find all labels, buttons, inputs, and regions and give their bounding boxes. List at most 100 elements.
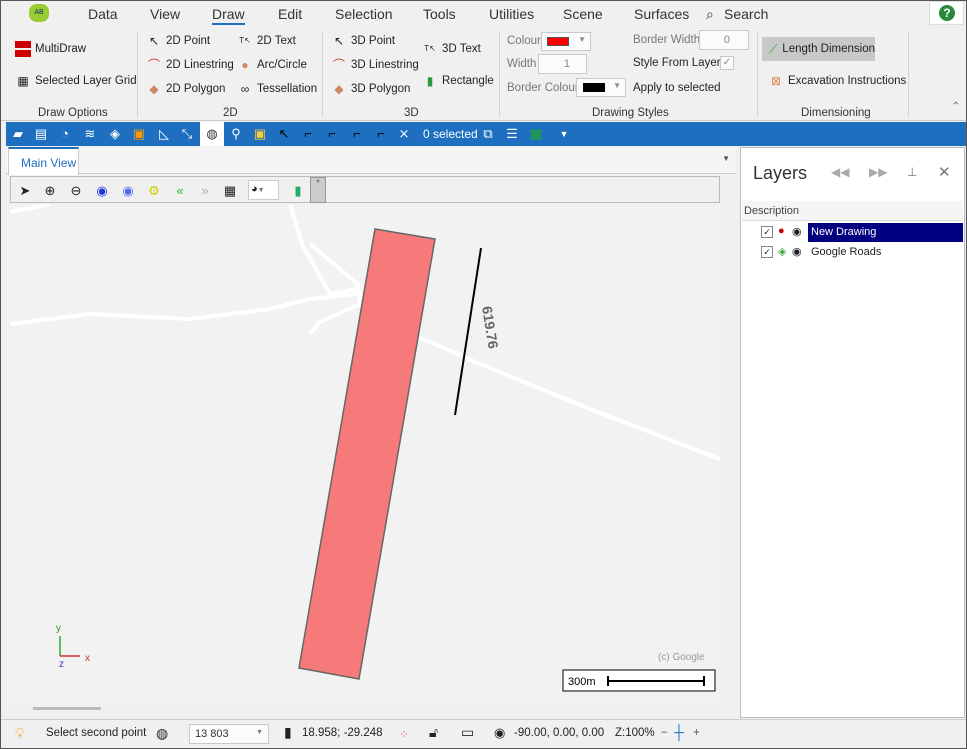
menu-scene[interactable]: Scene	[563, 6, 603, 22]
layer-checkbox[interactable]: ✓	[761, 246, 773, 258]
globe-icon[interactable]: ◍	[200, 122, 224, 146]
axis-icon[interactable]: ⤡	[179, 126, 195, 142]
pin-icon[interactable]: ⊥	[907, 165, 917, 179]
menu-tools[interactable]: Tools	[423, 6, 456, 22]
rectangle-button[interactable]: ▮ Rectangle	[422, 73, 494, 89]
width-stepper[interactable]: 1	[538, 54, 587, 74]
tab-main-view[interactable]: Main View	[8, 147, 79, 175]
zoom-in-icon[interactable]: ⊕	[41, 182, 59, 200]
select-rectangle-icon[interactable]: ⌐	[373, 126, 389, 142]
arc-circle-button[interactable]: ● Arc/Circle	[237, 57, 306, 73]
bing-icon[interactable]: ▣	[131, 126, 147, 142]
map-canvas[interactable]: 619.76 y z x (c) Google 300m	[10, 204, 720, 701]
palette-icon[interactable]: ◔	[57, 126, 73, 142]
visibility-eye-icon[interactable]: ◉	[792, 245, 802, 258]
bookmark-icon[interactable]: ▮	[289, 182, 307, 200]
menu-utilities[interactable]: Utilities	[489, 6, 534, 22]
collapse-left-icon[interactable]: ◀◀	[831, 165, 849, 179]
2d-point-button[interactable]: ↖ 2D Point	[146, 33, 210, 49]
divider	[757, 31, 758, 117]
tab-menu-icon[interactable]: ▼	[722, 154, 730, 163]
select-line-icon[interactable]: ⌐	[300, 126, 316, 142]
border-colour-swatch	[583, 83, 605, 92]
zoom-slider[interactable]: ┼	[674, 724, 684, 740]
tessellation-icon: ∞	[240, 82, 250, 96]
pointer-icon[interactable]: ➤	[16, 182, 34, 200]
layer-item-google-roads[interactable]: ✓ ◈ ◉ Google Roads	[751, 243, 963, 262]
layers-icon[interactable]: ≋	[82, 126, 98, 142]
colour-picker[interactable]: ▼	[541, 32, 591, 51]
group-label-drawing-styles: Drawing Styles	[592, 107, 669, 119]
layers-panel: Layers ◀◀ ▶▶ ⊥ ✕ Description ✓ ● ◉ New D…	[740, 147, 965, 718]
menu-draw[interactable]: Draw	[212, 6, 245, 25]
3d-polygon-button[interactable]: ◆ 3D Polygon	[331, 81, 410, 97]
zoom-out-icon[interactable]: ⊖	[67, 182, 85, 200]
open-folder-icon[interactable]: ▰	[10, 126, 26, 142]
measure-angle-icon[interactable]: ◺	[156, 126, 172, 142]
visibility-eye-icon[interactable]: ◉	[792, 225, 802, 238]
2d-text-button[interactable]: T↖ 2D Text	[237, 33, 296, 49]
rectangle-icon: ▮	[426, 74, 434, 88]
zoom-in-button[interactable]: +	[693, 727, 700, 739]
apply-to-selected-button[interactable]: Apply to selected	[633, 82, 721, 94]
search-button[interactable]: Search	[724, 6, 768, 22]
globe-full-icon[interactable]: ◉	[119, 182, 137, 200]
help-button[interactable]: ?	[929, 1, 964, 25]
unlock-icon[interactable]: 🔓︎	[429, 724, 438, 741]
frame-icon[interactable]: ▣	[252, 126, 268, 142]
attribute-table-icon[interactable]: ☰	[504, 126, 520, 142]
menu-view[interactable]: View	[150, 6, 180, 22]
excavation-instructions-button[interactable]: ⊠ Excavation Instructions	[768, 73, 906, 89]
grid-icon[interactable]: ▦	[221, 182, 239, 200]
google-maps-icon[interactable]: ◈	[107, 126, 123, 142]
snap-icon[interactable]: ⁘	[399, 727, 409, 741]
style-dropdown[interactable]: ◕▼	[248, 180, 279, 200]
close-icon[interactable]: ✕	[938, 163, 951, 181]
expand-right-icon[interactable]: ▶▶	[869, 165, 887, 179]
settings-gear-icon[interactable]: ⚙	[145, 182, 163, 200]
previous-view-icon[interactable]: «	[171, 182, 189, 200]
globe-extent-icon[interactable]: ◉	[93, 182, 111, 200]
toolbar-overflow-icon[interactable]: ▼	[556, 126, 572, 142]
2d-polygon-button[interactable]: ◆ 2D Polygon	[146, 81, 225, 97]
location-pin-icon[interactable]: ⚲	[228, 126, 244, 142]
tessellation-button[interactable]: ∞ Tessellation	[237, 81, 317, 97]
length-dimension-button[interactable]: ⟋ Length Dimension	[762, 37, 875, 61]
select-point-icon[interactable]: ↖	[276, 126, 292, 142]
style-from-layer-checkbox[interactable]: ✓	[720, 56, 734, 70]
search-icon[interactable]: ⌕	[706, 6, 714, 23]
polygon-icon: ◆	[334, 82, 344, 96]
length-dimension-line[interactable]	[454, 247, 482, 416]
group-label-3d: 3D	[404, 107, 419, 119]
app-logo[interactable]: AB	[29, 4, 49, 22]
note-icon[interactable]: ▭	[461, 724, 474, 741]
menu-selection[interactable]: Selection	[335, 6, 393, 22]
menu-edit[interactable]: Edit	[278, 6, 302, 22]
zoom-to-selection-icon[interactable]: ⧉	[480, 126, 496, 142]
scale-dropdown[interactable]: 13 803 ▼	[189, 724, 269, 744]
next-view-icon[interactable]: »	[196, 182, 214, 200]
multidraw-button[interactable]: MultiDraw	[15, 41, 86, 57]
column-header-description[interactable]: Description	[742, 201, 963, 221]
border-colour-picker[interactable]: ▼	[576, 78, 626, 97]
select-polygon-icon[interactable]: ⌐	[349, 126, 365, 142]
menu-surfaces[interactable]: Surfaces	[634, 6, 689, 22]
border-width-stepper[interactable]: 0	[699, 30, 749, 50]
menu-data[interactable]: Data	[88, 6, 118, 22]
zoom-out-button[interactable]: −	[661, 727, 668, 739]
3d-linestring-button[interactable]: ⌒ 3D Linestring	[331, 57, 419, 73]
collapse-ribbon-icon[interactable]: ⌃	[951, 99, 961, 113]
grid-icon: ▦	[17, 74, 29, 88]
select-circle-icon[interactable]: ⌐	[324, 126, 340, 142]
2d-linestring-button[interactable]: ⌒ 2D Linestring	[146, 57, 234, 73]
selected-layer-grid-button[interactable]: ▦ Selected Layer Grid	[15, 73, 136, 89]
layer-checkbox[interactable]: ✓	[761, 226, 773, 238]
3d-text-button[interactable]: T↖ 3D Text	[422, 41, 481, 57]
clear-selection-icon[interactable]: ⨯	[396, 126, 412, 142]
3d-point-button[interactable]: ↖ 3D Point	[331, 33, 395, 49]
layer-name: New Drawing	[808, 223, 963, 242]
horizontal-scrollbar[interactable]	[33, 707, 101, 710]
document-icon[interactable]: ▤	[33, 126, 49, 142]
excel-export-icon[interactable]: ▦	[528, 126, 544, 142]
layer-item-new-drawing[interactable]: ✓ ● ◉ New Drawing	[751, 223, 963, 242]
